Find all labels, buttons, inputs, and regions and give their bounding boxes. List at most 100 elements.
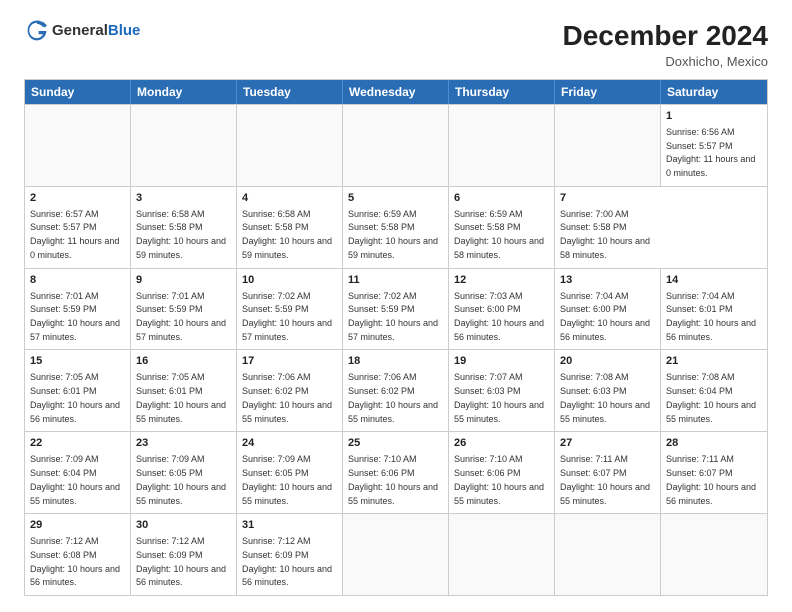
calendar-cell: 4Sunrise: 6:58 AMSunset: 5:58 PMDaylight… <box>237 187 343 268</box>
cell-info: Sunrise: 7:02 AMSunset: 5:59 PMDaylight:… <box>348 291 438 342</box>
calendar-cell <box>237 105 343 186</box>
day-number: 30 <box>136 518 231 533</box>
cell-info: Sunrise: 7:02 AMSunset: 5:59 PMDaylight:… <box>242 291 332 342</box>
calendar-week: 15 Sunrise: 7:05 AMSunset: 6:01 PMDayligh… <box>25 349 767 431</box>
cell-info: Sunrise: 7:06 AMSunset: 6:02 PMDaylight:… <box>242 372 332 423</box>
cell-info: Sunrise: 6:58 AMSunset: 5:58 PMDaylight:… <box>136 209 226 260</box>
cell-info: Sunrise: 6:58 AMSunset: 5:58 PMDaylight:… <box>242 209 332 260</box>
calendar-cell: 1Sunrise: 6:56 AMSunset: 5:57 PMDaylight… <box>661 105 767 186</box>
cell-info: Sunrise: 7:10 AMSunset: 6:06 PMDaylight:… <box>348 454 438 505</box>
day-number: 2 <box>30 191 125 206</box>
day-number: 9 <box>136 273 231 288</box>
cell-info: Sunrise: 7:09 AMSunset: 6:04 PMDaylight:… <box>30 454 120 505</box>
cell-info: Sunrise: 7:03 AMSunset: 6:00 PMDaylight:… <box>454 291 544 342</box>
calendar-cell: 5Sunrise: 6:59 AMSunset: 5:58 PMDaylight… <box>343 187 449 268</box>
calendar-cell: 12 Sunrise: 7:03 AMSunset: 6:00 PMDayligh… <box>449 269 555 350</box>
cell-info: Sunrise: 7:05 AMSunset: 6:01 PMDaylight:… <box>136 372 226 423</box>
calendar-cell: 9 Sunrise: 7:01 AMSunset: 5:59 PMDaylight… <box>131 269 237 350</box>
calendar-cell: 10Sunrise: 7:02 AMSunset: 5:59 PMDayligh… <box>237 269 343 350</box>
day-number: 8 <box>30 273 125 288</box>
cell-info: Sunrise: 7:01 AMSunset: 5:59 PMDaylight:… <box>136 291 226 342</box>
calendar-cell <box>131 105 237 186</box>
day-number: 21 <box>666 354 762 369</box>
calendar-cell <box>555 514 661 595</box>
day-number: 20 <box>560 354 655 369</box>
cell-info: Sunrise: 7:06 AMSunset: 6:02 PMDaylight:… <box>348 372 438 423</box>
cell-info: Sunrise: 6:59 AMSunset: 5:58 PMDaylight:… <box>454 209 544 260</box>
calendar-cell <box>449 105 555 186</box>
calendar-cell <box>343 105 449 186</box>
calendar-cell: 7 Sunrise: 7:00 AMSunset: 5:58 PMDaylight… <box>555 187 661 268</box>
calendar-header-cell: Sunday <box>25 80 131 104</box>
logo-general: General <box>52 22 108 39</box>
logo-blue: Blue <box>108 22 141 39</box>
cell-info: Sunrise: 7:12 AMSunset: 6:09 PMDaylight:… <box>242 536 332 587</box>
calendar-cell: 30Sunrise: 7:12 AMSunset: 6:09 PMDayligh… <box>131 514 237 595</box>
calendar-week: 1Sunrise: 6:56 AMSunset: 5:57 PMDaylight… <box>25 104 767 186</box>
cell-info: Sunrise: 7:12 AMSunset: 6:08 PMDaylight:… <box>30 536 120 587</box>
calendar-cell <box>449 514 555 595</box>
logo-icon <box>26 20 48 42</box>
day-number: 29 <box>30 518 125 533</box>
calendar-cell: 27 Sunrise: 7:11 AMSunset: 6:07 PMDayligh… <box>555 432 661 513</box>
cell-info: Sunrise: 6:56 AMSunset: 5:57 PMDaylight:… <box>666 127 755 178</box>
calendar-cell: 25 Sunrise: 7:10 AMSunset: 6:06 PMDayligh… <box>343 432 449 513</box>
day-number: 19 <box>454 354 549 369</box>
calendar-cell: 14Sunrise: 7:04 AMSunset: 6:01 PMDayligh… <box>661 269 767 350</box>
cell-info: Sunrise: 7:08 AMSunset: 6:03 PMDaylight:… <box>560 372 650 423</box>
day-number: 11 <box>348 273 443 288</box>
calendar-cell: 21 Sunrise: 7:08 AMSunset: 6:04 PMDayligh… <box>661 350 767 431</box>
calendar-cell: 31Sunrise: 7:12 AMSunset: 6:09 PMDayligh… <box>237 514 343 595</box>
day-number: 15 <box>30 354 125 369</box>
day-number: 24 <box>242 436 337 451</box>
calendar-header-cell: Saturday <box>661 80 767 104</box>
calendar-header-cell: Monday <box>131 80 237 104</box>
cell-info: Sunrise: 7:00 AMSunset: 5:58 PMDaylight:… <box>560 209 650 260</box>
calendar-header-cell: Tuesday <box>237 80 343 104</box>
cell-info: Sunrise: 7:09 AMSunset: 6:05 PMDaylight:… <box>136 454 226 505</box>
calendar-body: 1Sunrise: 6:56 AMSunset: 5:57 PMDaylight… <box>25 104 767 595</box>
cell-info: Sunrise: 6:57 AMSunset: 5:57 PMDaylight:… <box>30 209 119 260</box>
day-number: 25 <box>348 436 443 451</box>
calendar-cell: 26Sunrise: 7:10 AMSunset: 6:06 PMDayligh… <box>449 432 555 513</box>
calendar-cell: 17Sunrise: 7:06 AMSunset: 6:02 PMDayligh… <box>237 350 343 431</box>
day-number: 6 <box>454 191 549 206</box>
calendar-cell <box>25 105 131 186</box>
calendar-cell: 22Sunrise: 7:09 AMSunset: 6:04 PMDayligh… <box>25 432 131 513</box>
calendar-cell: 19 Sunrise: 7:07 AMSunset: 6:03 PMDayligh… <box>449 350 555 431</box>
title-block: December 2024 Doxhicho, Mexico <box>563 20 768 69</box>
calendar-header-cell: Friday <box>555 80 661 104</box>
calendar-cell <box>343 514 449 595</box>
location: Doxhicho, Mexico <box>563 54 768 69</box>
day-number: 7 <box>560 191 656 206</box>
cell-info: Sunrise: 7:08 AMSunset: 6:04 PMDaylight:… <box>666 372 756 423</box>
day-number: 5 <box>348 191 443 206</box>
day-number: 16 <box>136 354 231 369</box>
calendar-cell: 13Sunrise: 7:04 AMSunset: 6:00 PMDayligh… <box>555 269 661 350</box>
cell-info: Sunrise: 7:09 AMSunset: 6:05 PMDaylight:… <box>242 454 332 505</box>
cell-info: Sunrise: 7:10 AMSunset: 6:06 PMDaylight:… <box>454 454 544 505</box>
cell-info: Sunrise: 7:04 AMSunset: 6:00 PMDaylight:… <box>560 291 650 342</box>
header: GeneralBlue December 2024 Doxhicho, Mexi… <box>24 20 768 69</box>
page: GeneralBlue December 2024 Doxhicho, Mexi… <box>0 0 792 612</box>
calendar-cell: 16 Sunrise: 7:05 AMSunset: 6:01 PMDayligh… <box>131 350 237 431</box>
day-number: 12 <box>454 273 549 288</box>
cell-info: Sunrise: 7:07 AMSunset: 6:03 PMDaylight:… <box>454 372 544 423</box>
calendar-week: 29 Sunrise: 7:12 AMSunset: 6:08 PMDayligh… <box>25 513 767 595</box>
calendar-cell: 11 Sunrise: 7:02 AMSunset: 5:59 PMDayligh… <box>343 269 449 350</box>
calendar-cell: 3Sunrise: 6:58 AMSunset: 5:58 PMDaylight… <box>131 187 237 268</box>
calendar-cell: 15Sunrise: 7:05 AMSunset: 6:01 PMDayligh… <box>25 350 131 431</box>
calendar-cell: 6 Sunrise: 6:59 AMSunset: 5:58 PMDaylight… <box>449 187 555 268</box>
calendar: SundayMondayTuesdayWednesdayThursdayFrid… <box>24 79 768 596</box>
cell-info: Sunrise: 7:01 AMSunset: 5:59 PMDaylight:… <box>30 291 120 342</box>
calendar-header-cell: Wednesday <box>343 80 449 104</box>
cell-info: Sunrise: 7:11 AMSunset: 6:07 PMDaylight:… <box>560 454 650 505</box>
calendar-cell: 20 Sunrise: 7:08 AMSunset: 6:03 PMDayligh… <box>555 350 661 431</box>
day-number: 27 <box>560 436 655 451</box>
calendar-header-cell: Thursday <box>449 80 555 104</box>
month-title: December 2024 <box>563 20 768 52</box>
cell-info: Sunrise: 7:04 AMSunset: 6:01 PMDaylight:… <box>666 291 756 342</box>
calendar-week: 2 Sunrise: 6:57 AMSunset: 5:57 PMDaylight… <box>25 186 767 268</box>
calendar-cell: 23Sunrise: 7:09 AMSunset: 6:05 PMDayligh… <box>131 432 237 513</box>
calendar-cell: 18Sunrise: 7:06 AMSunset: 6:02 PMDayligh… <box>343 350 449 431</box>
